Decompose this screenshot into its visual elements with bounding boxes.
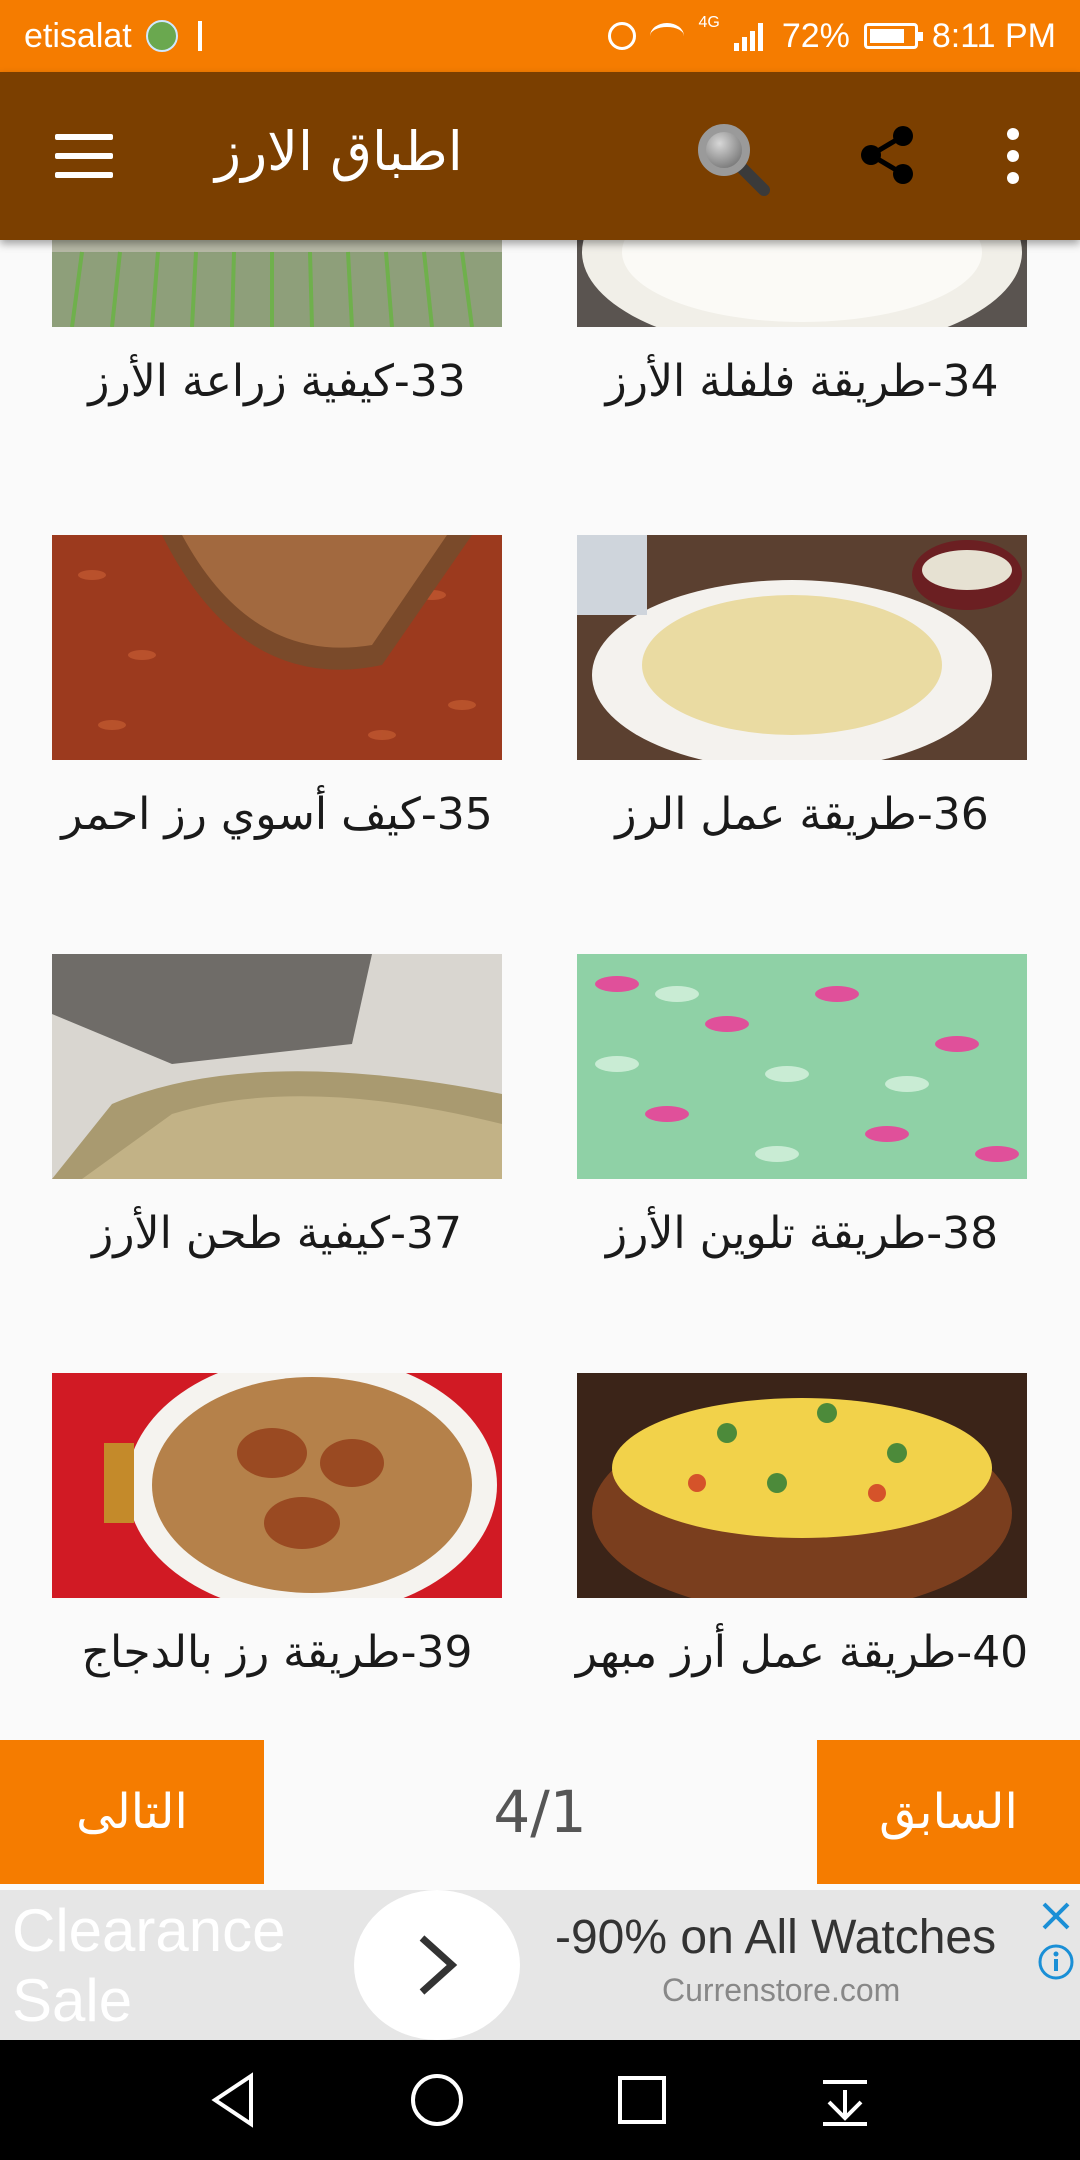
- rice-field-image: [52, 240, 502, 327]
- recipe-title: 36-طريقة عمل الرز: [615, 789, 989, 840]
- recipe-title: 33-كيفية زراعة الأرز: [88, 356, 466, 407]
- more-vert-icon[interactable]: [1003, 128, 1023, 188]
- menu-icon[interactable]: [55, 134, 113, 178]
- search-icon[interactable]: [694, 120, 770, 196]
- ad-banner[interactable]: Clearance Sale -90% on All Watches Curre…: [0, 1890, 1080, 2040]
- page-title: اطباق الارز: [215, 120, 463, 183]
- spiced-rice-image: [577, 1373, 1027, 1598]
- ad-headline: -90% on All Watches: [555, 1911, 997, 1964]
- globe-icon: [145, 20, 178, 52]
- next-button[interactable]: التالى: [0, 1740, 264, 1884]
- signal-icon: [733, 21, 768, 51]
- ad-domain: Currenstore.com: [662, 1972, 901, 2008]
- status-right: 4G 72% 8:11 PM: [608, 0, 1056, 72]
- chevron-right-icon: [419, 1935, 458, 1995]
- colored-rice-image: [577, 954, 1027, 1179]
- ad-arrow-button[interactable]: [354, 1890, 520, 2040]
- recipe-title: 34-طريقة فلفلة الأرز: [605, 356, 999, 407]
- wifi-icon: [650, 23, 685, 49]
- recipe-title: 39-طريقة رز بالدجاج: [81, 1627, 473, 1678]
- network-type: 4G: [698, 14, 720, 31]
- battery-percent: 72%: [781, 16, 850, 55]
- chicken-rice-image: [52, 1373, 502, 1598]
- alarm-icon: [608, 22, 637, 50]
- app-bar: اطباق الارز: [0, 72, 1080, 240]
- carrier-name: etisalat: [24, 16, 132, 55]
- recipe-title: 35-كيف أسوي رز احمر: [61, 789, 493, 840]
- recipe-title: 37-كيفية طحن الأرز: [92, 1208, 462, 1259]
- share-icon[interactable]: [855, 122, 921, 188]
- ad-line-1: Clearance: [12, 1897, 286, 1964]
- info-icon[interactable]: [1036, 1942, 1076, 1982]
- status-left: etisalat: [24, 0, 208, 72]
- usb-icon: [192, 21, 208, 51]
- close-icon[interactable]: [1036, 1896, 1076, 1936]
- pager: التالى 4/1 السابق: [0, 1738, 1080, 1886]
- battery-icon: [863, 23, 923, 49]
- page-indicator: 4/1: [493, 1778, 587, 1846]
- back-icon[interactable]: [205, 2070, 265, 2130]
- recipe-title: 40-طريقة عمل أرز مبهر: [575, 1627, 1029, 1678]
- recents-icon[interactable]: [612, 2070, 672, 2130]
- clock: 8:11 PM: [931, 16, 1056, 55]
- recipe-title: 38-طريقة تلوين الأرز: [605, 1208, 999, 1259]
- notification-pull-icon[interactable]: [815, 2070, 875, 2130]
- fried-rice-image: [577, 535, 1027, 760]
- white-rice-pot-image: [577, 240, 1027, 327]
- status-bar: etisalat 4G 72% 8:11 PM: [0, 0, 1080, 72]
- system-nav-bar: [0, 2040, 1080, 2160]
- previous-button[interactable]: السابق: [817, 1740, 1080, 1884]
- rice-milling-image: [52, 954, 502, 1179]
- home-icon[interactable]: [407, 2070, 467, 2130]
- ad-clearance-text: Clearance Sale: [12, 1896, 286, 2036]
- red-rice-image: [52, 535, 502, 760]
- recipe-grid: 33-كيفية زراعة الأرز 34-طريقة فلفلة الأر…: [0, 240, 1080, 1738]
- ad-line-2: Sale: [12, 1967, 133, 2034]
